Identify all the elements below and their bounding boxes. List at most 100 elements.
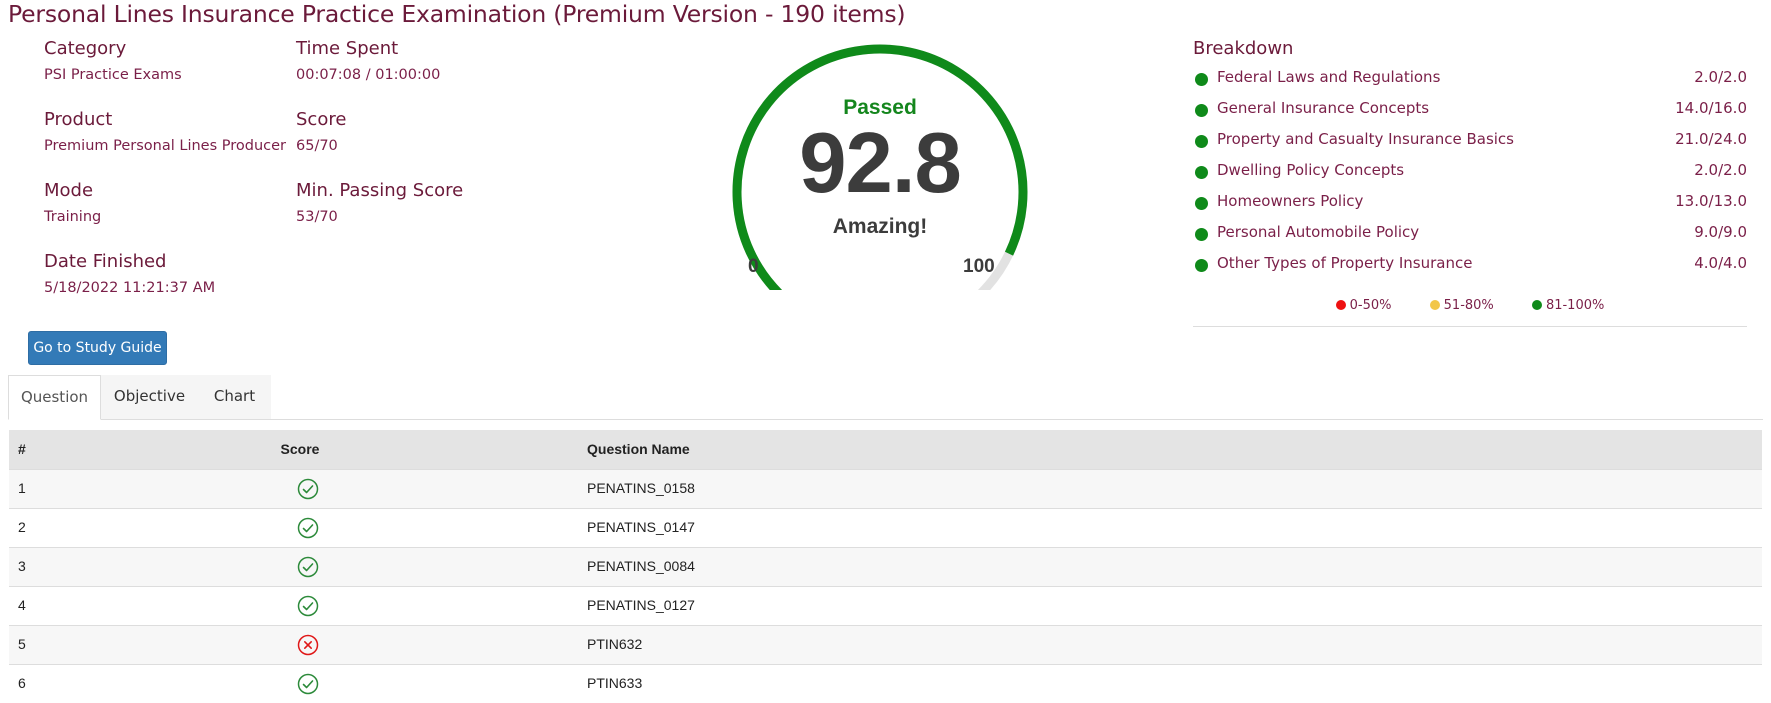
- legend-dot-icon: [1335, 300, 1346, 310]
- min-passing-value: 53/70: [296, 209, 338, 225]
- breakdown-title: Breakdown: [1193, 38, 1294, 59]
- gauge-max-label: 100: [963, 256, 995, 277]
- question-name: PENATINS_0147: [587, 519, 695, 535]
- row-number: 2: [18, 519, 26, 535]
- time-spent-label: Time Spent: [296, 38, 399, 59]
- table-row[interactable]: 2 PENATINS_0147: [9, 508, 1762, 547]
- breakdown-item: General Insurance Concepts 14.0/16.0: [1193, 90, 1747, 121]
- check-circle-icon: [297, 673, 319, 698]
- breakdown-item-value: 9.0/9.0: [1694, 223, 1747, 241]
- column-header-question-name[interactable]: Question Name: [587, 441, 690, 457]
- status-dot-icon: [1195, 104, 1208, 117]
- breakdown-item-name: Dwelling Policy Concepts: [1217, 161, 1405, 179]
- breakdown-item-value: 13.0/13.0: [1675, 192, 1747, 210]
- breakdown-item: Personal Automobile Policy 9.0/9.0: [1193, 214, 1747, 245]
- table-row[interactable]: 1 PENATINS_0158: [9, 469, 1762, 508]
- tab-question[interactable]: Question: [8, 375, 101, 420]
- mode-value: Training: [44, 209, 102, 225]
- info-time-spent: Time Spent 00:07:08 / 01:00:00: [296, 38, 440, 83]
- breakdown-item-name: General Insurance Concepts: [1217, 99, 1430, 117]
- info-date-finished: Date Finished 5/18/2022 11:21:37 AM: [44, 251, 215, 296]
- status-dot-icon: [1195, 73, 1208, 86]
- row-number: 4: [18, 597, 26, 613]
- row-number: 5: [18, 636, 26, 652]
- legend-item: 0-50%: [1335, 298, 1392, 313]
- info-mode: Mode Training: [44, 180, 101, 225]
- time-spent-value: 00:07:08 / 01:00:00: [296, 67, 441, 83]
- gauge-min-label: 0: [748, 256, 759, 277]
- score-label: Score: [296, 109, 347, 130]
- question-name: PENATINS_0084: [587, 558, 695, 574]
- breakdown-item-name: Personal Automobile Policy: [1217, 223, 1420, 241]
- legend-dot-icon: [1531, 300, 1542, 310]
- breakdown-item-name: Federal Laws and Regulations: [1217, 68, 1441, 86]
- row-number: 1: [18, 480, 26, 496]
- question-name: PTIN632: [587, 636, 643, 652]
- product-label: Product: [44, 109, 113, 130]
- row-number: 3: [18, 558, 26, 574]
- column-header-number[interactable]: #: [18, 441, 26, 457]
- gauge-score: 92.8: [799, 116, 961, 211]
- score-gauge: Passed 92.8 Amazing! 0 100: [700, 20, 1060, 290]
- table-row[interactable]: 4 PENATINS_0127: [9, 586, 1762, 625]
- tab-chart[interactable]: Chart: [198, 375, 271, 419]
- breakdown-item-name: Homeowners Policy: [1217, 192, 1364, 210]
- breakdown-item-value: 2.0/2.0: [1694, 161, 1747, 179]
- table-body: 1 PENATINS_0158 2 PENATINS_0147 3 PENATINS_00…: [9, 469, 1762, 703]
- product-value: Premium Personal Lines Producer: [44, 138, 287, 154]
- mode-label: Mode: [44, 180, 94, 201]
- status-dot-icon: [1195, 259, 1208, 272]
- info-product: Product Premium Personal Lines Producer: [44, 109, 286, 154]
- breakdown-item-value: 14.0/16.0: [1675, 99, 1747, 117]
- column-header-score[interactable]: Score: [262, 441, 338, 457]
- breakdown-legend: 0-50% 51-80% 81-100%: [1193, 298, 1747, 313]
- breakdown-item: Dwelling Policy Concepts 2.0/2.0: [1193, 152, 1747, 183]
- check-circle-icon: [297, 595, 319, 620]
- table-row[interactable]: 5 PTIN632: [9, 625, 1762, 664]
- info-min-passing: Min. Passing Score 53/70: [296, 180, 463, 225]
- gauge-message: Amazing!: [832, 215, 928, 238]
- question-name: PTIN633: [587, 675, 643, 691]
- info-category: Category PSI Practice Exams: [44, 38, 182, 83]
- breakdown-item: Homeowners Policy 13.0/13.0: [1193, 183, 1747, 214]
- check-circle-icon: [297, 478, 319, 503]
- table-header: # Score Question Name: [9, 430, 1762, 469]
- check-circle-icon: [297, 556, 319, 581]
- table-row[interactable]: 6 PTIN633: [9, 664, 1762, 703]
- legend-item: 51-80%: [1429, 298, 1494, 313]
- min-passing-label: Min. Passing Score: [296, 180, 464, 201]
- breakdown-item: Property and Casualty Insurance Basics 2…: [1193, 121, 1747, 152]
- legend-item: 81-100%: [1531, 298, 1605, 313]
- questions-table: # Score Question Name 1 PENATINS_0158 2 PEN…: [9, 430, 1762, 703]
- status-dot-icon: [1195, 166, 1208, 179]
- legend-dot-icon: [1429, 300, 1440, 310]
- status-dot-icon: [1195, 135, 1208, 148]
- breakdown-item-name: Property and Casualty Insurance Basics: [1217, 130, 1514, 148]
- table-row[interactable]: 3 PENATINS_0084: [9, 547, 1762, 586]
- breakdown-panel: Breakdown Federal Laws and Regulations 2…: [1193, 38, 1747, 327]
- score-value: 65/70: [296, 138, 338, 154]
- legend-label: 81-100%: [1545, 298, 1605, 313]
- tab-objective[interactable]: Objective: [101, 375, 198, 419]
- breakdown-item-value: 21.0/24.0: [1675, 130, 1747, 148]
- status-dot-icon: [1195, 228, 1208, 241]
- status-dot-icon: [1195, 197, 1208, 210]
- results-tabs: Question Objective Chart: [8, 375, 1763, 420]
- date-finished-label: Date Finished: [44, 251, 167, 272]
- x-circle-icon: [297, 634, 319, 659]
- question-name: PENATINS_0127: [587, 597, 695, 613]
- go-to-study-guide-button[interactable]: Go to Study Guide: [28, 331, 167, 365]
- breakdown-item-name: Other Types of Property Insurance: [1217, 254, 1473, 272]
- category-label: Category: [44, 38, 127, 59]
- date-finished-value: 5/18/2022 11:21:37 AM: [44, 280, 216, 296]
- category-value: PSI Practice Exams: [44, 67, 182, 83]
- breakdown-divider: [1193, 326, 1747, 327]
- row-number: 6: [18, 675, 26, 691]
- breakdown-item-value: 4.0/4.0: [1694, 254, 1747, 272]
- question-name: PENATINS_0158: [587, 480, 695, 496]
- breakdown-item-value: 2.0/2.0: [1694, 68, 1747, 86]
- breakdown-item: Other Types of Property Insurance 4.0/4.…: [1193, 245, 1747, 276]
- breakdown-item: Federal Laws and Regulations 2.0/2.0: [1193, 59, 1747, 90]
- legend-label: 0-50%: [1349, 298, 1392, 313]
- legend-label: 51-80%: [1443, 298, 1494, 313]
